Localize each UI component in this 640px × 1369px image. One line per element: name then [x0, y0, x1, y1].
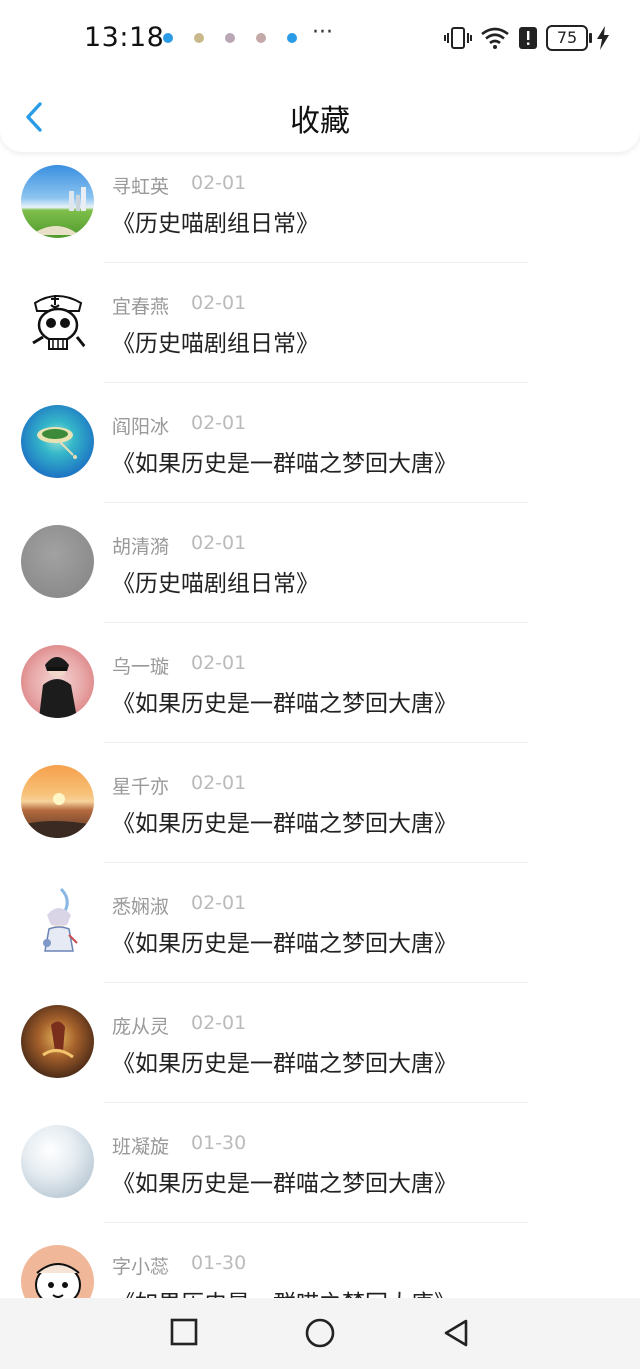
user-name: 字小蕊	[112, 1256, 170, 1278]
item-date: 02-01	[191, 652, 247, 674]
list-item[interactable]: 阎阳冰 02-01 《如果历史是一群喵之梦回大唐》	[0, 392, 640, 512]
top-app-bar: 13:18 ··· 75 收藏	[0, 0, 640, 152]
avatar[interactable]	[21, 1125, 94, 1198]
user-name: 星千亦	[112, 776, 170, 798]
item-date: 02-01	[191, 292, 247, 314]
item-date: 02-01	[191, 532, 247, 554]
book-title: 《历史喵剧组日常》	[112, 331, 319, 357]
avatar[interactable]	[21, 285, 94, 358]
user-name: 寻虹英	[112, 176, 170, 198]
avatar[interactable]	[21, 1005, 94, 1078]
divider	[104, 982, 528, 983]
vibrate-icon	[444, 27, 472, 49]
wifi-icon	[481, 27, 509, 49]
divider	[104, 382, 528, 383]
divider	[104, 622, 528, 623]
notification-icon	[256, 33, 266, 43]
avatar[interactable]	[21, 165, 94, 238]
list-item[interactable]: 字小蕊 01-30 《如果历史是一群喵之梦回大唐》	[0, 1232, 640, 1298]
item-date: 02-01	[191, 892, 247, 914]
divider	[104, 1102, 528, 1103]
divider	[104, 1222, 528, 1223]
user-name: 悉娴淑	[112, 896, 170, 918]
book-title: 《如果历史是一群喵之梦回大唐》	[112, 931, 457, 957]
home-icon[interactable]	[305, 1318, 335, 1348]
list-item[interactable]: 班凝旋 01-30 《如果历史是一群喵之梦回大唐》	[0, 1112, 640, 1232]
system-navigation-bar	[0, 1298, 640, 1369]
item-date: 02-01	[191, 172, 247, 194]
avatar[interactable]	[21, 405, 94, 478]
book-title: 《如果历史是一群喵之梦回大唐》	[112, 811, 457, 837]
user-name: 庞从灵	[112, 1016, 170, 1038]
notification-icon	[194, 33, 204, 43]
favorites-list[interactable]: 寻虹英 02-01 《历史喵剧组日常》 宜春燕 02-01 《历史喵剧组日常》	[0, 152, 640, 1298]
item-date: 01-30	[191, 1132, 247, 1154]
book-title: 《如果历史是一群喵之梦回大唐》	[112, 1284, 457, 1298]
item-date: 02-01	[191, 1012, 247, 1034]
book-title: 《如果历史是一群喵之梦回大唐》	[112, 1171, 457, 1197]
user-name: 宜春燕	[112, 296, 170, 318]
divider	[104, 862, 528, 863]
book-title: 《如果历史是一群喵之梦回大唐》	[112, 1051, 457, 1077]
user-name: 乌一璇	[112, 656, 170, 678]
notification-icon	[225, 33, 235, 43]
list-item[interactable]: 庞从灵 02-01 《如果历史是一群喵之梦回大唐》	[0, 992, 640, 1112]
avatar[interactable]	[21, 645, 94, 718]
user-name: 胡清漪	[112, 536, 170, 558]
status-bar: 13:18 ··· 75	[0, 0, 640, 76]
alert-icon	[519, 27, 537, 49]
divider	[104, 502, 528, 503]
list-item[interactable]: 寻虹英 02-01 《历史喵剧组日常》	[0, 152, 640, 272]
avatar[interactable]	[21, 885, 94, 958]
list-item[interactable]: 胡清漪 02-01 《历史喵剧组日常》	[0, 512, 640, 632]
book-title: 《如果历史是一群喵之梦回大唐》	[112, 691, 457, 717]
avatar[interactable]	[21, 525, 94, 598]
divider	[104, 742, 528, 743]
user-name: 阎阳冰	[112, 416, 170, 438]
avatar[interactable]	[21, 765, 94, 838]
user-name: 班凝旋	[112, 1136, 170, 1158]
recent-apps-icon[interactable]	[170, 1318, 198, 1346]
book-title: 《如果历史是一群喵之梦回大唐》	[112, 451, 457, 477]
item-date: 01-30	[191, 1252, 247, 1274]
list-item[interactable]: 宜春燕 02-01 《历史喵剧组日常》	[0, 272, 640, 392]
notification-icon	[287, 33, 297, 43]
list-item[interactable]: 星千亦 02-01 《如果历史是一群喵之梦回大唐》	[0, 752, 640, 872]
back-triangle-icon[interactable]	[442, 1318, 470, 1348]
notification-icon	[163, 33, 173, 43]
charging-icon	[597, 26, 609, 50]
item-date: 02-01	[191, 412, 247, 434]
divider	[104, 262, 528, 263]
book-title: 《历史喵剧组日常》	[112, 211, 319, 237]
book-title: 《历史喵剧组日常》	[112, 571, 319, 597]
avatar[interactable]	[21, 1245, 94, 1298]
status-time: 13:18	[84, 22, 165, 53]
list-item[interactable]: 悉娴淑 02-01 《如果历史是一群喵之梦回大唐》	[0, 872, 640, 992]
item-date: 02-01	[191, 772, 247, 794]
more-notifications-icon: ···	[312, 20, 333, 45]
page-title: 收藏	[290, 104, 350, 139]
list-item[interactable]: 乌一璇 02-01 《如果历史是一群喵之梦回大唐》	[0, 632, 640, 752]
battery-indicator: 75	[546, 25, 592, 51]
